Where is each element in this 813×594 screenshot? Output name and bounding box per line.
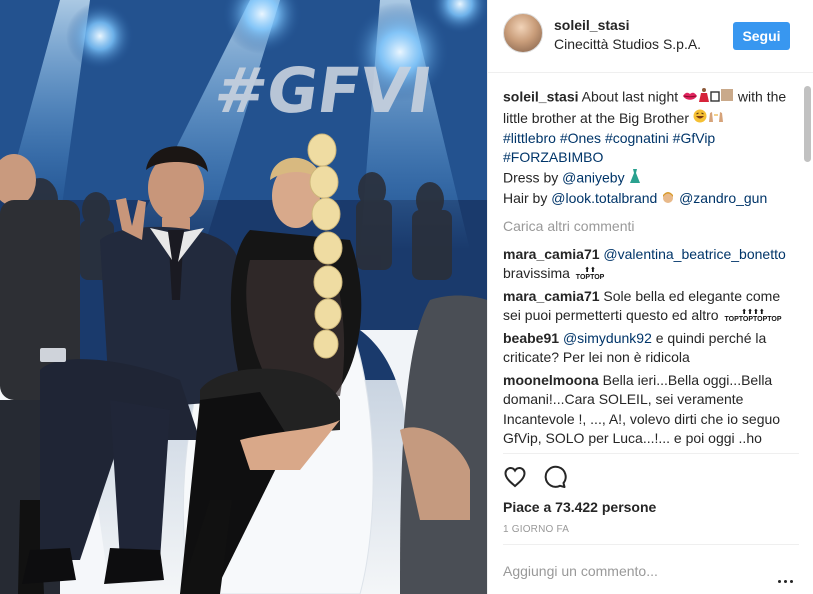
- skin-tone-emoji-icon: [720, 88, 734, 108]
- comment-item: moonelmoona Bella ieri...Bella oggi...Be…: [503, 371, 799, 453]
- comment-item: mara_camia71 Sole bella ed elegante come…: [503, 287, 799, 326]
- top-emoji-icon: ⬆⬆ TOPTOP: [576, 267, 605, 281]
- comment-bubble-icon[interactable]: [543, 465, 567, 489]
- dress-prefix: Dress by: [503, 169, 559, 185]
- top-emoji-arrows: ⬆⬆⬆⬆: [741, 309, 765, 317]
- header-location[interactable]: Cinecittà Studios S.p.A.: [554, 36, 701, 52]
- dress-emoji-icon: [628, 168, 642, 190]
- stage-sign: #GFVI: [210, 54, 436, 127]
- raised-hands-emoji-icon: [707, 109, 725, 129]
- comment-item: mara_camia71 @valentina_beatrice_bonetto…: [503, 245, 799, 284]
- hair-mention-link[interactable]: @look.totalbrand: [551, 190, 657, 206]
- comments-scrollbar[interactable]: [804, 86, 811, 162]
- caption-text-1: About last night: [581, 88, 679, 105]
- hair-mention-link[interactable]: @zandro_gun: [679, 190, 767, 206]
- hair-prefix: Hair by: [503, 190, 548, 207]
- top-emoji-label: TOP: [590, 274, 605, 282]
- photo-illustration: #GFVI: [0, 0, 487, 594]
- post-timestamp[interactable]: 1 GIORNO FA: [503, 524, 569, 535]
- comment-username[interactable]: moonelmoona: [503, 372, 599, 388]
- laughing-face-emoji-icon: [693, 109, 707, 129]
- comment-mention-link[interactable]: @valentina_beatrice_bonetto: [603, 246, 785, 262]
- kiss-lips-emoji-icon: [682, 88, 698, 108]
- more-options-icon[interactable]: [778, 570, 796, 583]
- unknown-glyph-icon: [710, 88, 720, 108]
- post-photo[interactable]: #GFVI: [0, 0, 487, 594]
- top-emoji-icon: ⬆⬆⬆⬆ TOPTOPTOPTOP: [724, 309, 781, 323]
- add-comment-input[interactable]: [503, 560, 763, 582]
- divider: [503, 544, 799, 545]
- top-emoji-label: TOP: [767, 316, 782, 324]
- comments-list[interactable]: soleil_stasi About last night with the l…: [503, 87, 799, 453]
- divider: [503, 453, 799, 454]
- comment-text: bravissima: [503, 265, 570, 282]
- hashtag-link[interactable]: #littlebro: [503, 130, 556, 146]
- caption-username[interactable]: soleil_stasi: [503, 88, 579, 104]
- likes-count[interactable]: Piace a 73.422 persone: [503, 499, 656, 515]
- hashtag-link[interactable]: #FORZABIMBO: [503, 149, 603, 165]
- post-header: soleil_stasi Cinecittà Studios S.p.A. Se…: [488, 0, 813, 73]
- top-emoji-label: TOP: [738, 316, 753, 324]
- comment-username[interactable]: beabe91: [503, 330, 559, 346]
- top-emoji-label: TOP: [575, 274, 591, 282]
- hashtag-link[interactable]: #Ones: [560, 130, 601, 146]
- dancer-emoji-icon: [698, 87, 710, 109]
- hashtag-link[interactable]: #cognatini: [605, 130, 669, 146]
- load-more-comments-link[interactable]: Carica altri commenti: [503, 217, 799, 237]
- follow-button[interactable]: Segui: [733, 22, 790, 50]
- heart-outline-icon[interactable]: [503, 465, 527, 489]
- hashtag-link[interactable]: #GfVip: [673, 130, 716, 146]
- top-emoji-label: TOP: [724, 316, 739, 324]
- caption: soleil_stasi About last night with the l…: [503, 87, 799, 209]
- top-emoji-arrows: ⬆⬆: [584, 267, 596, 275]
- dress-mention-link[interactable]: @aniyeby: [562, 169, 624, 185]
- avatar[interactable]: [503, 13, 543, 53]
- top-emoji-label: TOP: [753, 316, 768, 324]
- header-username[interactable]: soleil_stasi: [554, 17, 630, 33]
- comment-mention-link[interactable]: @simydunk92: [563, 330, 652, 346]
- comment-username[interactable]: mara_camia71: [503, 288, 600, 304]
- comment-item: beabe91 @simydunk92 e quindi perché la c…: [503, 329, 799, 368]
- comment-username[interactable]: mara_camia71: [503, 246, 600, 262]
- post-details-panel: soleil_stasi Cinecittà Studios S.p.A. Se…: [487, 0, 813, 594]
- haircut-emoji-icon: [661, 190, 675, 210]
